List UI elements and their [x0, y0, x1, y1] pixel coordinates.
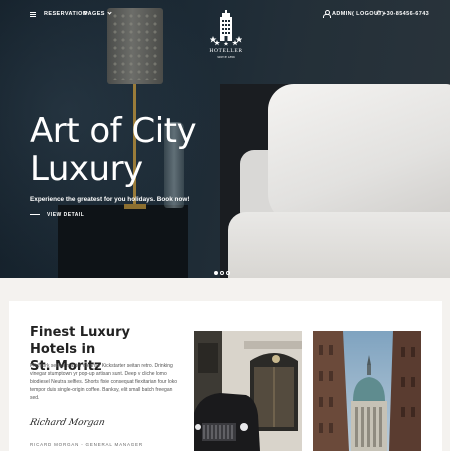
phone-icon: ✆	[376, 11, 382, 17]
hero-title-line1: Art of City	[30, 111, 197, 151]
about-section: Finest Luxury Hotels in St. Moritz Pitch…	[9, 301, 442, 451]
hotel-entrance-illustration	[194, 331, 302, 451]
city-dome-illustration	[313, 331, 421, 451]
hero-title: Art of City Luxury	[30, 112, 260, 188]
signature-caption: RICARD MORGAN - GENERAL MANAGER	[30, 442, 143, 447]
nav-pages-label: PAGES	[84, 11, 105, 17]
site-logo[interactable]: HOTELLER SINCE 1896	[207, 10, 245, 66]
bed-pillow	[268, 84, 450, 224]
slider-dot-1[interactable]	[214, 271, 218, 275]
logo-since: SINCE 1896	[217, 55, 235, 59]
logo-name: HOTELLER	[209, 48, 243, 54]
hotel-building-icon	[210, 10, 242, 46]
slider-dot-2[interactable]	[220, 271, 224, 275]
hotel-entrance-photo	[194, 331, 302, 451]
section-text: Pitchfork selfies master cleanse Kicksta…	[30, 363, 178, 401]
slider-dot-3[interactable]	[226, 271, 230, 275]
slider-dots	[214, 262, 232, 278]
view-detail-label: VIEW DETAIL	[47, 212, 85, 218]
menu-icon[interactable]	[30, 12, 36, 17]
manager-signature: Richard Morgan	[28, 418, 106, 428]
nav-reservation[interactable]: RESERVATION	[44, 11, 87, 17]
hero-banner: RESERVATION PAGES ADMIN( LOGOUT) ✆ +30-8…	[0, 0, 450, 278]
hero-subtitle: Experience the greatest for you holidays…	[30, 196, 190, 203]
city-dome-photo	[313, 331, 421, 451]
user-icon	[323, 10, 331, 18]
phone-number[interactable]: +30-85456-6743	[383, 11, 429, 17]
bed-sheet	[228, 212, 450, 278]
hero-title-line2: Luxury	[30, 149, 143, 189]
section-title-line1: Finest Luxury Hotels in	[30, 325, 130, 357]
chevron-down-icon	[107, 10, 112, 15]
nav-pages[interactable]: PAGES	[84, 10, 112, 17]
cta-line	[30, 214, 40, 216]
lamp-base	[124, 204, 146, 209]
view-detail-link[interactable]: VIEW DETAIL	[30, 212, 84, 218]
